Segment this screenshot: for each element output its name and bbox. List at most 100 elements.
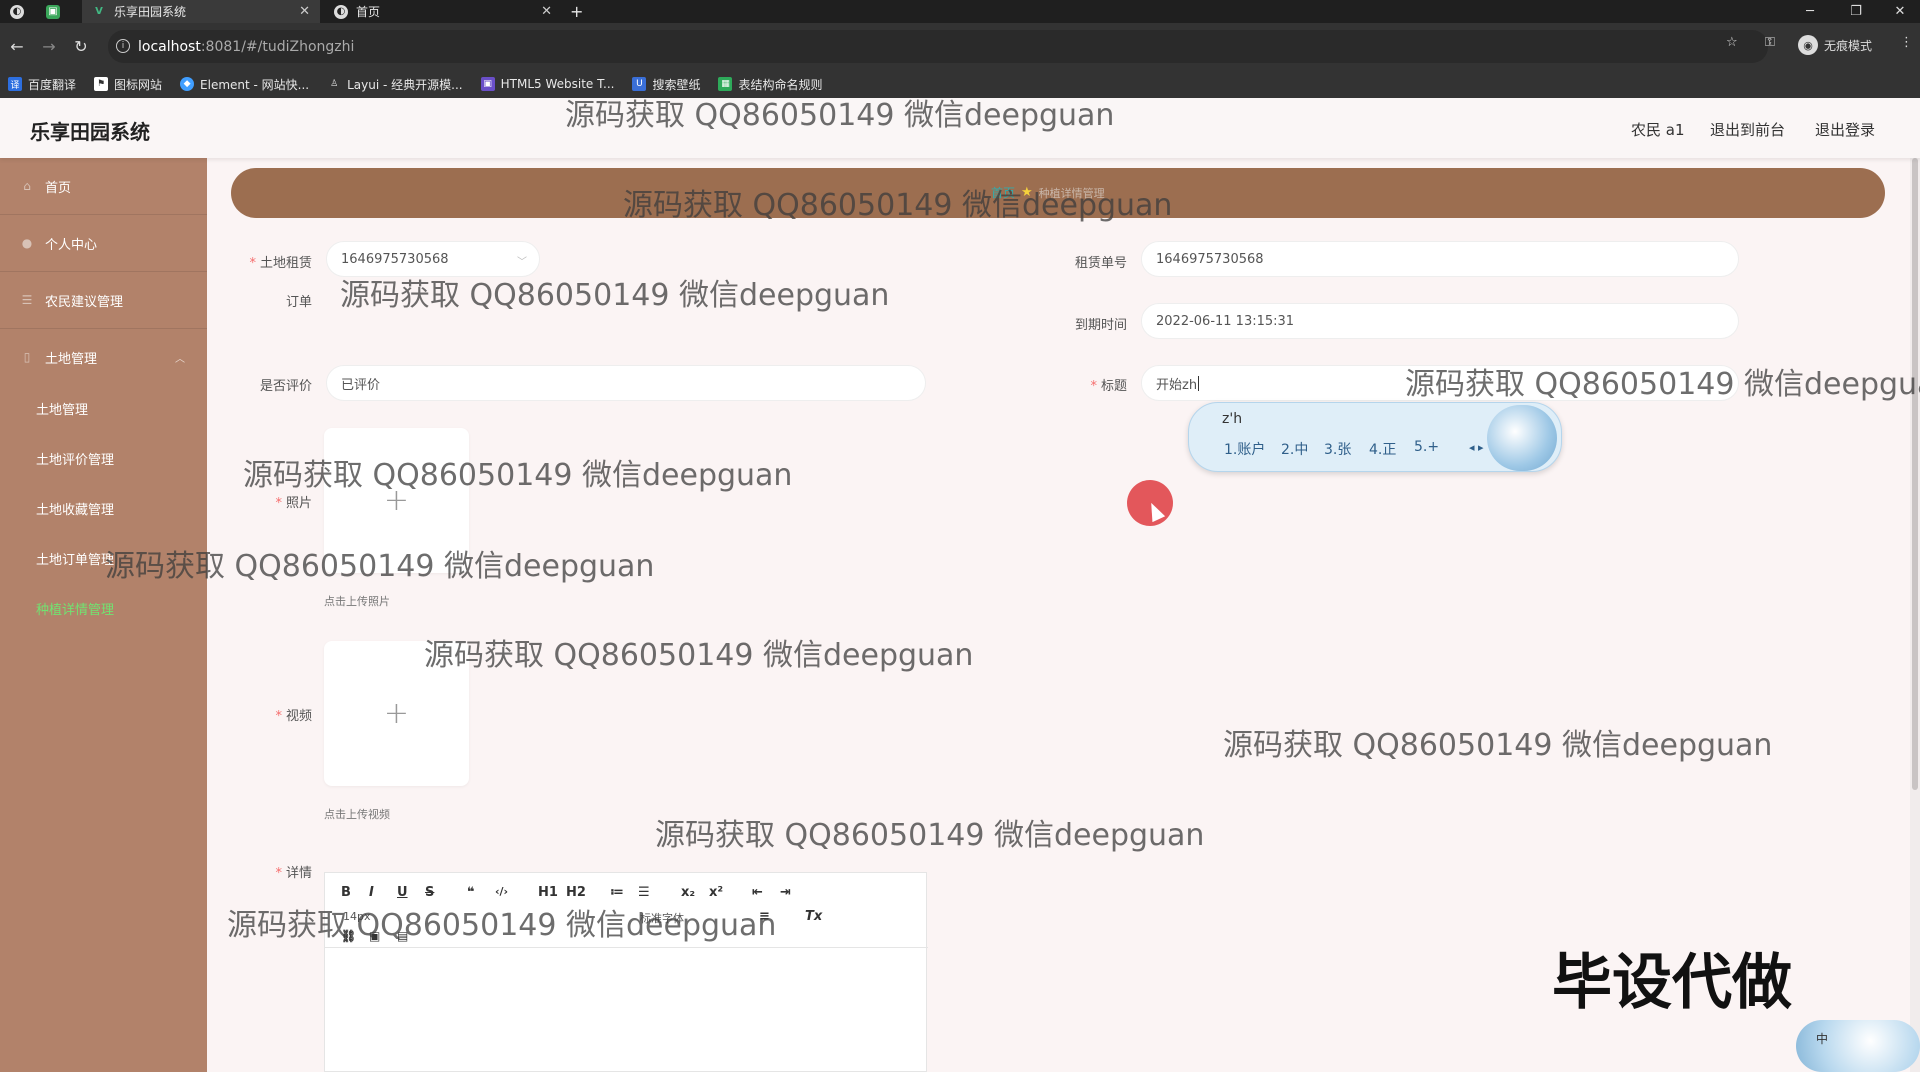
blockquote-icon[interactable]: ❝ xyxy=(467,885,475,900)
land-order-select[interactable]: 1646975730568 ﹀ xyxy=(326,241,540,277)
text-caret xyxy=(1198,375,1200,391)
breadcrumb-current: 种植详情管理 xyxy=(1038,186,1105,200)
image-icon[interactable]: ▣ xyxy=(369,929,380,943)
browser-menu-icon[interactable]: ◐ xyxy=(0,0,36,23)
sidebar-item-profile[interactable]: ● 个人中心 xyxy=(0,215,207,272)
land-order-value: 1646975730568 xyxy=(341,251,449,267)
new-tab-button[interactable]: + xyxy=(570,0,600,23)
sidebar-item-label: 首页 xyxy=(45,180,72,196)
bullet-list-icon[interactable]: ☰ xyxy=(638,885,650,900)
land-order-label: * 土地租赁 xyxy=(249,256,312,271)
breadcrumb-home[interactable]: 首页 xyxy=(991,184,1015,201)
ime-skin-decoration xyxy=(1487,405,1557,471)
url-path: :8081/#/tudiZhongzhi xyxy=(200,38,355,55)
bookmark-item[interactable]: ◆ Element - 网站快... xyxy=(180,76,309,93)
outdent-icon[interactable]: ⇤ xyxy=(752,885,763,900)
incognito-indicator[interactable]: ◉ 无痕模式 xyxy=(1798,35,1872,55)
rent-number-label: 租赁单号 xyxy=(1074,256,1127,271)
bookmark-label: 百度翻译 xyxy=(28,77,77,92)
rent-number-field[interactable]: 1646975730568 xyxy=(1141,241,1739,277)
back-icon[interactable]: ← xyxy=(6,35,28,57)
sidebar-item-home[interactable]: ⌂ 首页 xyxy=(0,158,207,215)
close-icon[interactable]: ✕ xyxy=(299,4,310,19)
ime-page-arrows-icon[interactable]: ◂ ▸ xyxy=(1469,441,1484,454)
restore-icon[interactable]: ❐ xyxy=(1836,0,1876,23)
minimize-icon[interactable]: ─ xyxy=(1790,0,1830,23)
pinned-tab-icon[interactable]: ▣ xyxy=(36,0,76,23)
globe-icon: ◐ xyxy=(334,4,348,19)
indent-icon[interactable]: ⇥ xyxy=(780,885,791,900)
user-icon: ● xyxy=(21,236,33,250)
watermark: 源码获取 QQ86050149 微信deepguan xyxy=(1223,728,1773,763)
rich-text-editor[interactable]: B I U S ❝ ‹/› H1 H2 ≔ ☰ x₂ x² ⇤ ⇥ 14px 标… xyxy=(324,872,928,1072)
bold-icon[interactable]: B xyxy=(341,885,351,900)
heading1-icon[interactable]: H1 xyxy=(538,885,558,900)
evaluated-field[interactable]: 已评价 xyxy=(326,365,926,401)
bookmark-star-icon[interactable]: ☆ xyxy=(1726,35,1738,50)
sidebar: ⌂ 首页 ● 个人中心 ☰ 农民建议管理 ▯ 土地管理 ︿ 土地管理 土地评价管… xyxy=(0,158,207,1072)
photo-upload[interactable]: + xyxy=(324,428,469,573)
code-block-icon[interactable]: ‹/› xyxy=(495,885,508,898)
scrollbar-thumb[interactable] xyxy=(1912,158,1918,790)
sidebar-subitem-planting-detail[interactable]: 种植详情管理 xyxy=(0,583,207,633)
watermark: 源码获取 QQ86050149 微信deepguan xyxy=(424,638,974,673)
italic-icon[interactable]: I xyxy=(369,885,374,900)
site-info-icon[interactable]: i xyxy=(116,39,130,53)
tab-home[interactable]: ◐ 首页 ✕ xyxy=(324,0,562,23)
ime-status-widget[interactable]: 中 xyxy=(1796,1020,1920,1072)
main-scrollbar[interactable] xyxy=(1910,158,1920,1072)
overlay-promo-text: 毕设代做 xyxy=(1552,948,1792,1018)
ime-candidate[interactable]: 4.正 xyxy=(1369,439,1396,459)
expire-time-field[interactable]: 2022-06-11 13:15:31 xyxy=(1141,303,1739,339)
video-upload-tip: 点击上传视频 xyxy=(324,808,390,821)
strikethrough-icon[interactable]: S xyxy=(425,885,434,900)
sidebar-subitem-land-order[interactable]: 土地订单管理 xyxy=(0,533,207,583)
superscript-icon[interactable]: x² xyxy=(709,885,723,900)
bookmark-item[interactable]: ⚑ 图标网站 xyxy=(94,76,162,93)
underline-icon[interactable]: U xyxy=(397,885,408,900)
bookmark-item[interactable]: ▦ 表结构命名规则 xyxy=(718,76,822,93)
align-icon[interactable]: ≡ xyxy=(759,909,770,924)
clear-format-icon[interactable]: Tx xyxy=(805,909,822,924)
bookmark-item[interactable]: ▣ HTML5 Website T... xyxy=(480,77,614,91)
ime-candidate[interactable]: 3.张 xyxy=(1324,439,1351,459)
more-menu-icon[interactable]: ⋮ xyxy=(1900,35,1913,50)
heading2-icon[interactable]: H2 xyxy=(566,885,586,900)
tab-app[interactable]: V 乐享田园系统 ✕ xyxy=(82,0,320,23)
ime-candidate[interactable]: 5.+ xyxy=(1414,439,1439,455)
forward-icon[interactable]: → xyxy=(38,35,60,57)
sidebar-item-land[interactable]: ▯ 土地管理 ︿ xyxy=(0,329,207,386)
sidebar-subitem-land-manage[interactable]: 土地管理 xyxy=(0,383,207,433)
bookmark-item[interactable]: ♙ Layui - 经典开源模... xyxy=(327,76,463,93)
video-insert-icon[interactable]: ▤ xyxy=(397,929,408,943)
detail-label: * 详情 xyxy=(275,866,312,881)
bookmark-item[interactable]: 译百度翻译 xyxy=(8,76,76,93)
sidebar-subitem-land-favorite[interactable]: 土地收藏管理 xyxy=(0,483,207,533)
element-icon: ◆ xyxy=(180,77,195,91)
bookmark-item[interactable]: U 搜索壁纸 xyxy=(632,76,700,93)
sidebar-subitem-land-review[interactable]: 土地评价管理 xyxy=(0,433,207,483)
table-icon: ▦ xyxy=(718,77,733,91)
font-size-select[interactable]: 14px xyxy=(343,910,371,923)
subscript-icon[interactable]: x₂ xyxy=(681,885,695,900)
bookmarks-bar: 译百度翻译 ⚑ 图标网站 ◆ Element - 网站快... ♙ Layui - 经… xyxy=(0,70,1920,98)
ordered-list-icon[interactable]: ≔ xyxy=(610,885,624,900)
font-family-select[interactable]: 标准字体 xyxy=(640,910,684,926)
back-to-front-link[interactable]: 退出到前台 xyxy=(1710,119,1785,140)
video-upload[interactable]: + xyxy=(324,641,469,786)
close-window-icon[interactable]: ✕ xyxy=(1880,0,1920,23)
chevron-up-icon: ︿ xyxy=(175,354,185,365)
current-user-link[interactable]: 农民 a1 xyxy=(1631,119,1685,140)
sidebar-item-suggestions[interactable]: ☰ 农民建议管理 xyxy=(0,272,207,329)
title-value: 开始zh xyxy=(1156,377,1198,393)
url-field[interactable]: i localhost:8081/#/tudiZhongzhi xyxy=(108,30,1768,63)
link-icon[interactable]: ⛓ xyxy=(341,929,356,943)
close-icon[interactable]: ✕ xyxy=(541,4,552,19)
ime-candidate[interactable]: 1.账户 xyxy=(1224,439,1265,459)
logout-link[interactable]: 退出登录 xyxy=(1815,119,1875,140)
reload-icon[interactable]: ↻ xyxy=(70,35,92,57)
video-label: * 视频 xyxy=(275,709,312,724)
key-icon[interactable]: ⚿ xyxy=(1765,35,1775,50)
ime-candidate[interactable]: 2.中 xyxy=(1281,439,1308,459)
title-input[interactable]: 开始zh xyxy=(1141,365,1739,401)
